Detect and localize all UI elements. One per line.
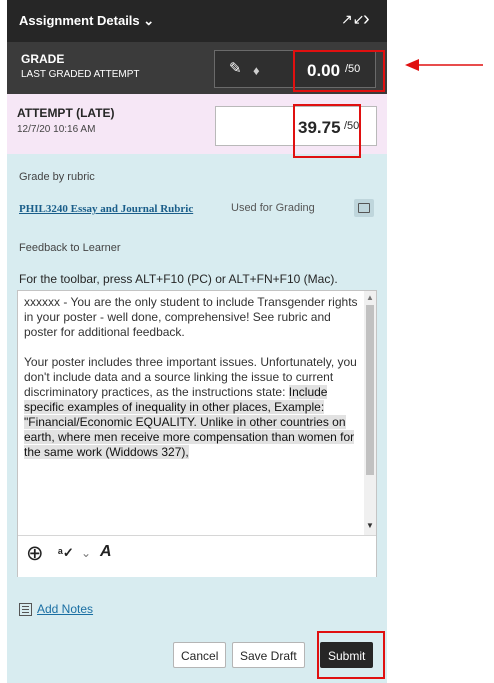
text-format-icon[interactable]: A [100,543,112,561]
panel-title: Assignment Details [19,13,140,28]
chevron-down-icon[interactable]: ⌄ [81,546,91,560]
grade-label: GRADE [21,52,65,66]
grade-sublabel: LAST GRADED ATTEMPT [21,69,140,80]
annotation-box-submit [317,631,385,679]
spellcheck-icon[interactable]: ᵃ✓ [58,545,74,561]
annotation-box-grade [293,50,385,92]
scroll-thumb[interactable] [366,305,374,475]
scroll-up-icon[interactable]: ▲ [366,293,374,302]
annotation-arrow-icon [405,59,483,71]
rubric-link[interactable]: PHIL3240 Essay and Journal Rubric [19,203,193,215]
attempt-label: ATTEMPT (LATE) [17,106,115,120]
toolbar-hint: For the toolbar, press ALT+F10 (PC) or A… [19,272,338,286]
save-draft-button[interactable]: Save Draft [232,642,305,668]
annotation-box-attempt [293,104,361,158]
chevron-down-icon: ⌄ [143,13,155,28]
feedback-editor[interactable]: xxxxxx - You are the only student to inc… [17,290,377,577]
rubric-status: Used for Grading [231,202,315,214]
expand-icon[interactable]: ↗↙ [341,11,364,28]
rubric-heading: Grade by rubric [19,171,95,183]
grading-panel: Assignment Details ⌄ ↗↙ › GRADE LAST GRA… [7,0,387,683]
chevron-right-icon[interactable]: › [363,8,370,31]
pencil-icon[interactable]: ✎ [229,59,242,77]
feedback-text[interactable]: xxxxxx - You are the only student to inc… [24,295,360,475]
feedback-heading: Feedback to Learner [19,242,121,254]
feedback-paragraph: Your poster includes three important iss… [24,355,360,460]
notes-icon [19,603,32,616]
scroll-down-icon[interactable]: ▼ [366,521,374,530]
rubric-open-icon[interactable] [354,199,374,217]
attempt-timestamp: 12/7/20 10:16 AM [17,124,96,135]
add-notes-link[interactable]: Add Notes [37,602,93,616]
add-content-icon[interactable]: ⊕ [26,541,44,566]
feedback-paragraph: xxxxxx - You are the only student to inc… [24,295,358,339]
editor-toolbar: ⊕ ᵃ✓ ⌄ A [18,535,376,577]
panel-header: Assignment Details ⌄ ↗↙ › [7,0,387,42]
assignment-details-menu[interactable]: Assignment Details ⌄ [19,13,154,29]
diamond-icon[interactable]: ♦ [253,63,260,78]
editor-scrollbar[interactable]: ▲ ▼ [364,291,376,535]
cancel-button[interactable]: Cancel [173,642,227,668]
